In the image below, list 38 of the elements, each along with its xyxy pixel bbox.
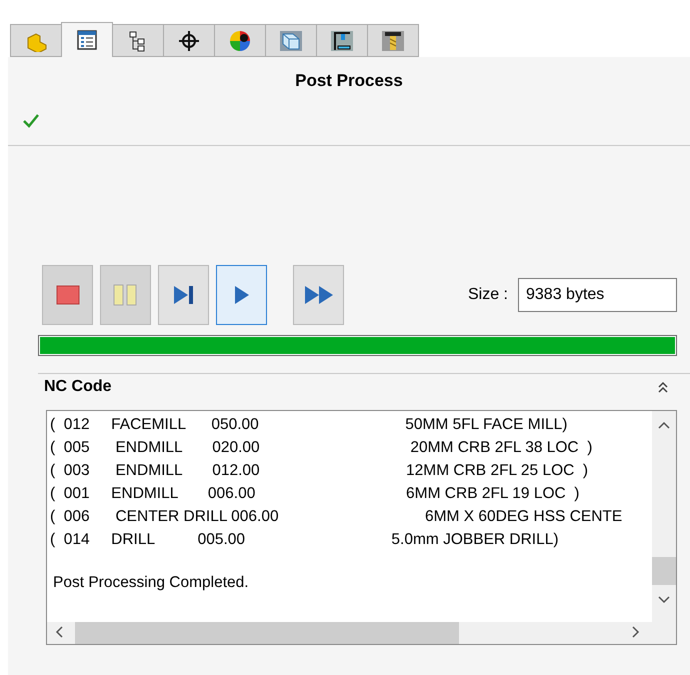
nc-code-box[interactable] bbox=[46, 410, 677, 645]
fast-forward-icon bbox=[302, 283, 334, 307]
code-line: ( 003 ENDMILL 012.00 12MM CRB 2FL 25 LOC ) bbox=[50, 461, 590, 481]
panel-tab[interactable] bbox=[163, 24, 215, 57]
stop-icon bbox=[54, 284, 80, 306]
code-line: ( 012 FACEMILL 050.00 50MM 5FL FACE MILL) bbox=[50, 415, 568, 435]
code-line: ( 006 CENTER DRILL 006.00 6MM X 60DEG HSS CENTE bbox=[50, 507, 624, 527]
panel-tab[interactable] bbox=[112, 24, 164, 57]
scroll-left-icon[interactable] bbox=[55, 626, 63, 638]
machine-icon bbox=[330, 30, 354, 52]
scrollbar-thumb[interactable] bbox=[652, 557, 676, 585]
code-line: ( 005 ENDMILL 020.00 20MM CRB 2FL 38 LOC ) bbox=[50, 438, 594, 458]
panel-tab[interactable] bbox=[367, 24, 419, 57]
end-mill-icon bbox=[381, 30, 405, 52]
playback-button[interactable] bbox=[158, 265, 209, 325]
ball-icon bbox=[229, 30, 251, 52]
checkmark-icon bbox=[22, 113, 40, 129]
size-label: Size : bbox=[468, 286, 508, 304]
code-line: ( 014 DRILL 005.00 5.0mm JOBBER DRILL) bbox=[50, 530, 560, 550]
scroll-right-icon[interactable] bbox=[632, 626, 640, 638]
section-title: NC Code bbox=[44, 378, 112, 396]
size-field[interactable]: 9383 bytes bbox=[518, 278, 677, 312]
crosshair-icon bbox=[178, 30, 200, 52]
pause-icon bbox=[112, 283, 140, 307]
collapse-icon[interactable] bbox=[657, 380, 669, 394]
scrollbar-thumb[interactable] bbox=[75, 622, 459, 644]
list-icon bbox=[76, 29, 98, 51]
playback-button[interactable] bbox=[216, 265, 267, 325]
status-message: Post Processing Completed. bbox=[53, 574, 250, 592]
panel-tab[interactable] bbox=[214, 24, 266, 57]
scroll-up-icon[interactable] bbox=[658, 421, 670, 429]
cube-icon bbox=[279, 30, 303, 52]
playback-button[interactable] bbox=[293, 265, 344, 325]
panel-tab[interactable] bbox=[61, 22, 113, 57]
panel-tab[interactable] bbox=[316, 24, 368, 57]
panel-title: Post Process bbox=[294, 71, 404, 91]
code-line: ( 001 ENDMILL 006.00 6MM CRB 2FL 19 LOC ) bbox=[50, 484, 580, 504]
scroll-down-icon[interactable] bbox=[658, 596, 670, 604]
